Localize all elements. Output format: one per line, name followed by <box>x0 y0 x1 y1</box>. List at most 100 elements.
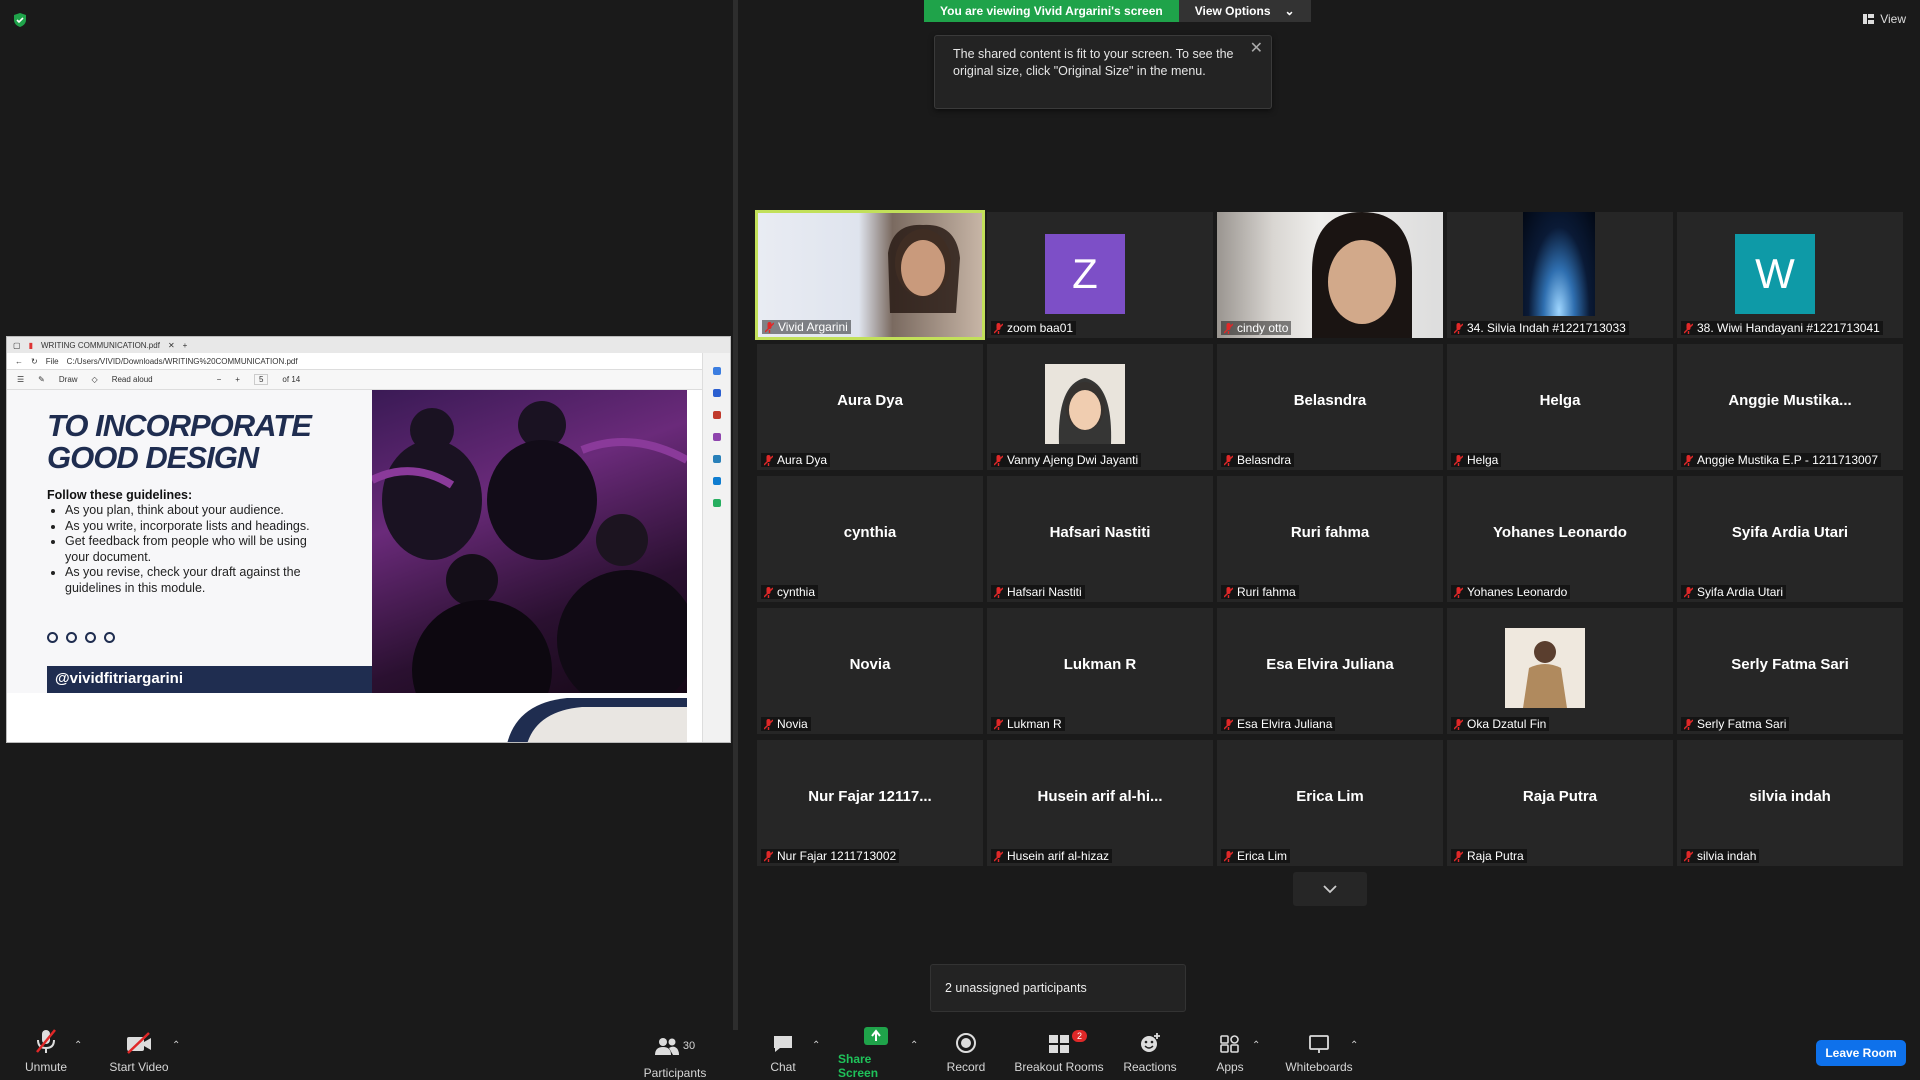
participant-tile[interactable]: Raja Putra Raja Putra <box>1447 740 1673 866</box>
apps-options-caret[interactable]: ⌃ <box>1252 1040 1260 1051</box>
office-icon[interactable] <box>712 455 721 463</box>
draw-button[interactable]: Draw <box>59 375 78 384</box>
slide-bullets: As you plan, think about your audience. … <box>65 503 325 596</box>
participant-tile[interactable]: silvia indah silvia indah <box>1677 740 1903 866</box>
shared-screen[interactable]: ▢ ▮ WRITING COMMUNICATION.pdf ✕ + ← ↻ Fi… <box>6 336 731 743</box>
participant-tile[interactable]: Zzoom baa01 <box>987 212 1213 338</box>
browser-tab[interactable]: WRITING COMMUNICATION.pdf <box>41 341 160 350</box>
read-aloud-button[interactable]: Read aloud <box>112 375 153 384</box>
eraser-icon[interactable]: ◇ <box>92 375 98 384</box>
participant-name: cindy otto <box>1237 321 1289 335</box>
pdf-slide: TO INCORPORATE GOOD DESIGN Follow these … <box>7 390 687 693</box>
participant-tile[interactable]: W 38. Wiwi Handayani #1221713041 <box>1677 212 1903 338</box>
participant-tile[interactable]: Novia Novia <box>757 608 983 734</box>
reload-icon[interactable]: ↻ <box>31 357 38 366</box>
security-shield-icon[interactable] <box>12 12 28 28</box>
unassigned-participants-tooltip[interactable]: 2 unassigned participants <box>930 964 1186 1012</box>
whiteboards-options-caret[interactable]: ⌃ <box>1350 1040 1358 1051</box>
participant-tile[interactable]: Vivid Argarini <box>755 210 985 340</box>
participant-tile[interactable]: Hafsari Nastiti Hafsari Nastiti <box>987 476 1213 602</box>
participant-tile[interactable]: Yohanes Leonardo Yohanes Leonardo <box>1447 476 1673 602</box>
breakout-badge: 2 <box>1072 1030 1088 1042</box>
search-icon[interactable] <box>712 367 721 375</box>
slide-dots <box>47 632 115 643</box>
participant-tile[interactable]: Nur Fajar 12117... Nur Fajar 1211713002 <box>757 740 983 866</box>
participant-tile[interactable]: Serly Fatma Sari Serly Fatma Sari <box>1677 608 1903 734</box>
participant-tile[interactable]: Esa Elvira Juliana Esa Elvira Juliana <box>1217 608 1443 734</box>
participant-tile[interactable]: 34. Silvia Indah #1221713033 <box>1447 212 1673 338</box>
participant-tile[interactable]: cindy otto <box>1217 212 1443 338</box>
pdf-icon: ▮ <box>28 340 33 350</box>
window-icon: ▢ <box>13 340 21 350</box>
participant-tile[interactable]: Anggie Mustika... Anggie Mustika E.P - 12… <box>1677 344 1903 470</box>
participant-tile[interactable]: Erica Lim Erica Lim <box>1217 740 1443 866</box>
participant-tile[interactable]: Aura Dya Aura Dya <box>757 344 983 470</box>
participant-tile[interactable]: Belasndra Belasndra <box>1217 344 1443 470</box>
participant-display-name: Erica Lim <box>1296 788 1364 805</box>
tag-icon[interactable] <box>712 389 721 397</box>
back-icon[interactable]: ← <box>15 357 23 366</box>
apps-label: Apps <box>1216 1060 1244 1074</box>
participant-tile[interactable]: Oka Dzatul Fin <box>1447 608 1673 734</box>
participant-name-label: Ruri fahma <box>1221 585 1299 599</box>
participant-display-name: Esa Elvira Juliana <box>1266 656 1394 673</box>
reactions-label: Reactions <box>1123 1060 1177 1074</box>
participant-tile[interactable]: Syifa Ardia Utari Syifa Ardia Utari <box>1677 476 1903 602</box>
contents-icon[interactable]: ☰ <box>17 375 24 384</box>
video-options-caret[interactable]: ⌃ <box>172 1040 180 1051</box>
participant-name-label: Hafsari Nastiti <box>991 585 1085 599</box>
profile-photo <box>1045 364 1125 444</box>
next-page-button[interactable] <box>1293 872 1367 906</box>
whiteboards-button[interactable]: Whiteboards <box>1284 1024 1354 1080</box>
leave-room-button[interactable]: Leave Room <box>1816 1040 1906 1066</box>
briefcase-icon[interactable] <box>712 411 721 419</box>
participant-display-name: Yohanes Leonardo <box>1493 524 1627 541</box>
share-options-caret[interactable]: ⌃ <box>910 1040 918 1051</box>
participant-tile[interactable]: cynthia cynthia <box>757 476 983 602</box>
audio-options-caret[interactable]: ⌃ <box>74 1040 82 1051</box>
list-item: As you plan, think about your audience. <box>65 503 325 519</box>
reactions-button[interactable]: Reactions <box>1123 1024 1177 1080</box>
tab-close-icon[interactable]: ✕ <box>168 341 175 350</box>
start-video-button[interactable]: Start Video <box>104 1024 174 1080</box>
participant-tile[interactable]: Lukman R Lukman R <box>987 608 1213 734</box>
participant-tile[interactable]: Vanny Ajeng Dwi Jayanti <box>987 344 1213 470</box>
participant-name-label: Anggie Mustika E.P - 1211713007 <box>1681 453 1882 467</box>
participant-name: Aura Dya <box>777 453 828 467</box>
page-number-input[interactable]: 5 <box>253 374 269 385</box>
address-bar[interactable]: ← ↻ File C:/Users/VIVID/Downloads/WRITIN… <box>7 353 730 370</box>
participant-tile[interactable]: Helga Helga <box>1447 344 1673 470</box>
breakout-rooms-button[interactable]: 2 Breakout Rooms <box>1012 1024 1106 1080</box>
participant-name: Ruri fahma <box>1237 585 1296 599</box>
highlight-icon[interactable]: ✎ <box>38 375 45 384</box>
zoom-out-icon[interactable]: − <box>217 375 222 384</box>
participant-display-name: Hafsari Nastiti <box>1049 524 1151 541</box>
participant-display-name: Nur Fajar 12117... <box>808 788 932 805</box>
participant-name: silvia indah <box>1697 849 1757 863</box>
close-icon[interactable]: ✕ <box>1250 40 1263 57</box>
participant-name-label: Yohanes Leonardo <box>1451 585 1571 599</box>
split-divider[interactable] <box>733 0 738 1030</box>
participant-tile[interactable]: Ruri fahma Ruri fahma <box>1217 476 1443 602</box>
apps-button[interactable]: Apps <box>1212 1024 1248 1080</box>
mic-muted-icon <box>1223 454 1234 466</box>
new-tab-icon[interactable]: + <box>183 341 188 350</box>
view-options-button[interactable]: View Options ⌄ <box>1178 0 1311 22</box>
participant-name: zoom baa01 <box>1007 321 1074 335</box>
outlook-icon[interactable] <box>712 477 721 485</box>
address-url[interactable]: C:/Users/VIVID/Downloads/WRITING%20COMMU… <box>67 357 298 366</box>
record-button[interactable]: Record <box>944 1024 988 1080</box>
share-screen-button[interactable]: Share Screen <box>838 1024 914 1080</box>
page-total: of 14 <box>282 375 301 384</box>
zoom-in-icon[interactable]: + <box>235 375 240 384</box>
participants-button[interactable]: 30 Participants <box>640 1024 710 1080</box>
unmute-button[interactable]: Unmute <box>20 1024 72 1080</box>
participant-name: Yohanes Leonardo <box>1467 585 1568 599</box>
chat-button[interactable]: Chat <box>760 1024 806 1080</box>
tree-icon[interactable] <box>712 499 721 507</box>
view-button[interactable]: View <box>1863 12 1906 26</box>
chat-options-caret[interactable]: ⌃ <box>812 1040 820 1051</box>
participant-tile[interactable]: Husein arif al-hi... Husein arif al-hizaz <box>987 740 1213 866</box>
slide-handle: @vividfitriargarini <box>47 666 372 693</box>
people-icon[interactable] <box>712 433 721 441</box>
